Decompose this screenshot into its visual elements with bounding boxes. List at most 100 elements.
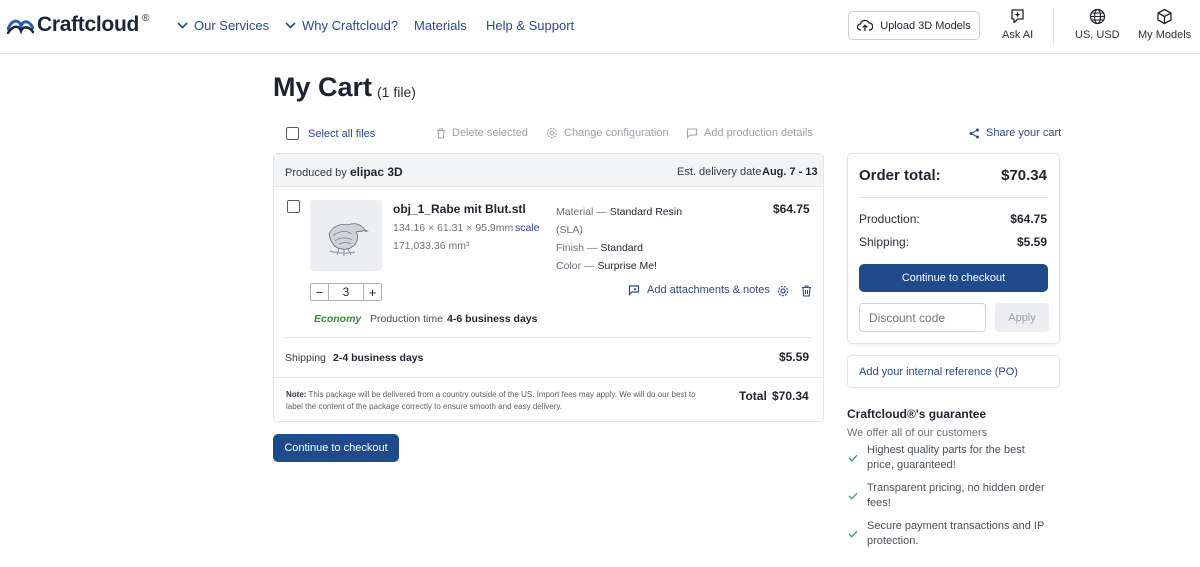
internal-reference-box[interactable]: Add your internal reference (PO) (847, 355, 1060, 388)
guarantee-item: Highest quality parts for the best price… (848, 443, 1048, 473)
change-configuration-label: Change configuration (564, 127, 669, 139)
cube-icon (1157, 8, 1172, 25)
cart-package-card: Produced by elipac 3D Est. delivery date… (273, 153, 824, 422)
nav-our-services[interactable]: Our Services (177, 18, 269, 33)
model-thumbnail[interactable] (310, 200, 382, 271)
my-models-button[interactable]: My Models (1138, 8, 1191, 41)
quantity-value[interactable]: 3 (328, 284, 364, 300)
package-total-value: $70.34 (772, 389, 809, 403)
raven-model-preview (328, 222, 369, 256)
nav-why-craftcloud-label: Why Craftcloud? (302, 18, 399, 33)
item-filename: obj_1_Rabe mit Blut.stl (393, 202, 526, 216)
import-note: Note: This package will be delivered fro… (286, 389, 701, 413)
guarantee-item: Secure payment transactions and IP prote… (848, 519, 1048, 549)
divider (285, 337, 812, 338)
gear-icon (777, 285, 789, 297)
attachment-note-icon (628, 284, 640, 295)
item-checkbox[interactable] (287, 200, 300, 213)
add-attachments-label: Add attachments & notes (647, 284, 770, 296)
summary-checkout-button[interactable]: Continue to checkout (859, 264, 1048, 292)
checkmark-icon (848, 454, 858, 462)
shipping-cost-label: Shipping: (859, 235, 910, 249)
quantity-increase-button[interactable]: + (364, 284, 381, 300)
divider (274, 377, 823, 378)
craftcloud-logo[interactable]: Craftcloud ® (7, 13, 149, 37)
guarantee-item-text: Transparent pricing, no hidden order fee… (867, 482, 1045, 509)
shipping-cost-value: $5.59 (1016, 235, 1047, 249)
select-all-files[interactable]: Select all files (286, 127, 375, 140)
item-specs: Material — Standard Resin (SLA) Finish —… (556, 203, 682, 275)
production-time-label: Production time (370, 313, 443, 325)
select-all-checkbox[interactable] (286, 127, 299, 140)
apply-discount-button[interactable]: Apply (995, 303, 1049, 332)
change-configuration-button[interactable]: Change configuration (546, 127, 669, 139)
logo-icon (7, 19, 34, 34)
ask-ai-button[interactable]: Ask AI (1002, 8, 1033, 41)
finish-value: Standard (600, 242, 643, 254)
top-header: Craftcloud ® Our Services Why Craftcloud… (0, 0, 1200, 54)
quantity-decrease-button[interactable]: − (311, 284, 328, 300)
color-row: Color — Surprise Me! (556, 257, 682, 275)
economy-tier-badge: Economy (314, 313, 362, 325)
discount-code-input[interactable] (859, 303, 986, 332)
package-header: Produced by elipac 3D Est. delivery date… (274, 154, 823, 187)
guarantee-item-text: Highest quality parts for the best price… (867, 444, 1025, 471)
ask-ai-label: Ask AI (1002, 29, 1034, 41)
item-volume: 171,033.36 mm³ (393, 240, 470, 252)
add-attachments-button[interactable]: Add attachments & notes (628, 284, 770, 296)
produced-by-label: Produced by (285, 167, 347, 179)
gear-icon (546, 127, 558, 139)
material-label: Material — (556, 206, 607, 218)
scale-link[interactable]: scale (515, 222, 540, 234)
page-title: My Cart (273, 72, 373, 102)
nav-why-craftcloud[interactable]: Why Craftcloud? (285, 18, 398, 33)
apply-discount-label: Apply (1008, 311, 1036, 324)
flag-comment-icon (686, 127, 698, 138)
delivery-date-label: Est. delivery date (677, 166, 762, 178)
production-cost-value: $64.75 (1010, 212, 1047, 226)
guarantee-title: Craftcloud®'s guarantee (847, 407, 987, 421)
my-models-label: My Models (1138, 29, 1192, 41)
note-text: This package will be delivered from a co… (286, 390, 696, 411)
material-value: Standard Resin (609, 206, 683, 218)
region-currency-selector[interactable]: US, USD (1075, 8, 1120, 41)
guarantee-item: Transparent pricing, no hidden order fee… (848, 481, 1048, 511)
shipping-price: $5.59 (779, 350, 810, 364)
divider (859, 197, 1048, 198)
chevron-down-icon (177, 22, 188, 29)
add-production-details-label: Add production details (704, 127, 813, 139)
add-production-details-button[interactable]: Add production details (686, 127, 813, 139)
chevron-down-icon (285, 22, 296, 29)
nav-our-services-label: Our Services (194, 18, 270, 33)
nav-help-support[interactable]: Help & Support (486, 18, 574, 33)
item-delete-button[interactable] (801, 284, 812, 302)
finish-label: Finish — (556, 242, 598, 254)
share-cart-link[interactable]: Share your cart (969, 127, 1061, 139)
package-total-label: Total (739, 389, 767, 403)
globe-icon (1089, 8, 1105, 25)
color-value: Surprise Me! (597, 260, 657, 272)
production-time-value: 4-6 business days (447, 313, 538, 325)
upload-3d-models-button[interactable]: Upload 3D Models (848, 11, 980, 40)
internal-reference-link[interactable]: Add your internal reference (PO) (859, 366, 1018, 378)
delete-selected-label: Delete selected (452, 127, 528, 139)
upload-3d-models-label: Upload 3D Models (880, 19, 971, 32)
order-total-label: Order total: (859, 167, 941, 184)
guarantee-item-text: Secure payment transactions and IP prote… (867, 520, 1045, 547)
nav-materials[interactable]: Materials (414, 18, 467, 33)
shipping-time: 2-4 business days (333, 352, 424, 364)
checkmark-icon (848, 492, 858, 500)
item-dimensions: 134.16 × 61.31 × 95.9mm (393, 222, 514, 234)
item-settings-button[interactable] (777, 284, 789, 302)
continue-to-checkout-button[interactable]: Continue to checkout (273, 434, 399, 462)
share-cart-label: Share your cart (986, 127, 1062, 139)
nav-materials-label: Materials (414, 18, 467, 33)
ai-sparkle-chat-icon (1011, 9, 1024, 24)
production-cost-label: Production: (859, 212, 920, 226)
file-count: (1 file) (377, 84, 416, 100)
delete-selected-button[interactable]: Delete selected (436, 127, 528, 139)
note-label: Note: (286, 390, 307, 399)
shipping-label: Shipping (285, 352, 326, 364)
cloud-upload-icon (857, 19, 874, 31)
trash-icon (802, 285, 811, 297)
